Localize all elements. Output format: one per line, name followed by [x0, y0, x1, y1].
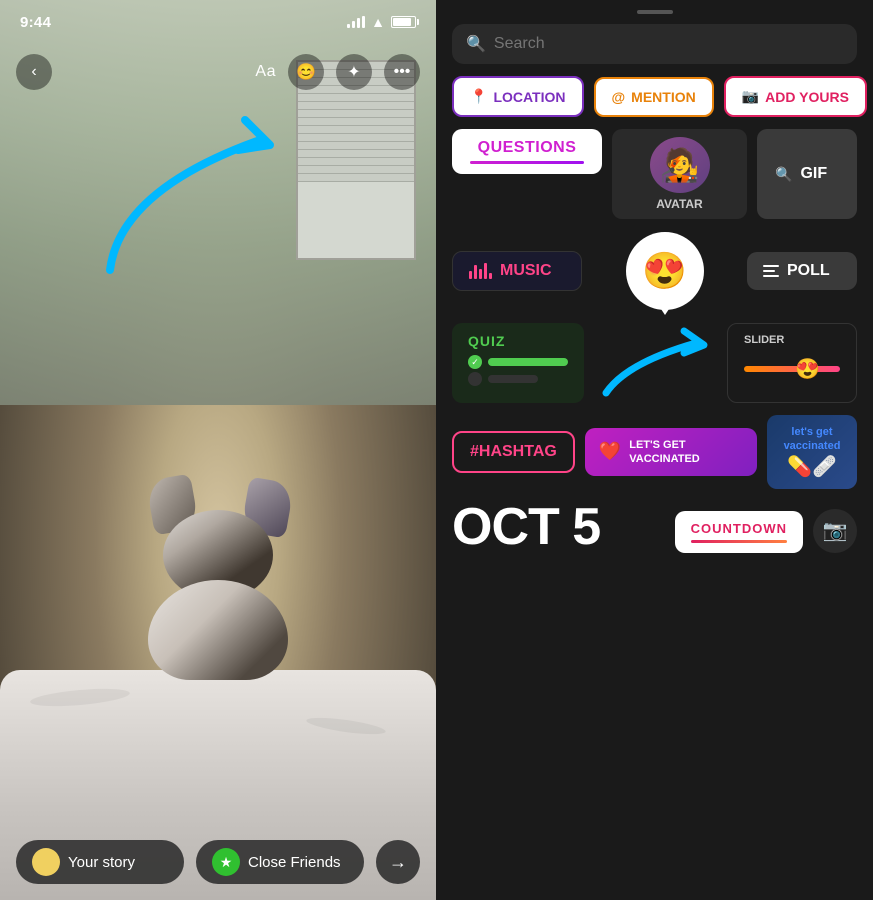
send-button[interactable]: →: [376, 840, 420, 884]
questions-underline: [470, 161, 584, 164]
search-bar: 🔍: [452, 24, 857, 64]
sticker-row-2: QUESTIONS 🧑‍🎤 AVATAR 🔍 GIF: [452, 129, 857, 219]
sparkle-button[interactable]: ✦: [336, 54, 372, 90]
hashtag-label: #HASHTAG: [470, 443, 557, 460]
camera-flip-button[interactable]: 📷: [813, 509, 857, 553]
add-yours-icon: 📷: [742, 88, 759, 105]
gif-sticker[interactable]: 🔍 GIF: [757, 129, 857, 219]
vacc-text: LET'S GETVACCINATED: [629, 438, 699, 467]
countdown-label: COUNTDOWN: [691, 521, 787, 536]
oct-date: OCT 5: [452, 501, 600, 553]
gif-search-icon: 🔍: [775, 166, 792, 183]
cyan-arrow-right: [596, 323, 716, 403]
music-label: MUSIC: [500, 262, 552, 280]
status-time: 9:44: [20, 14, 51, 31]
close-friends-avatar: ★: [212, 848, 240, 876]
search-input[interactable]: [494, 35, 843, 53]
drag-handle[interactable]: [637, 10, 673, 14]
countdown-underline: [691, 540, 787, 543]
music-sticker[interactable]: MUSIC: [452, 251, 582, 291]
emoji-slider-sticker[interactable]: SLIDER 😍: [727, 323, 857, 403]
vacc2-label: let's getvaccinated: [779, 425, 845, 454]
left-panel: 9:44 ▲ ‹ Aa 😊 ✦ •••: [0, 0, 436, 900]
sticker-row-3: MUSIC 😍 POLL: [452, 231, 857, 311]
vacc-heart-icon: ❤️: [599, 441, 621, 462]
location-icon: 📍: [470, 88, 487, 105]
vacc-sticker2[interactable]: let's getvaccinated 💊🩹: [767, 415, 857, 489]
avatar-sticker[interactable]: 🧑‍🎤 AVATAR: [612, 129, 747, 219]
poll-sticker[interactable]: POLL: [747, 252, 857, 290]
add-yours-sticker[interactable]: 📷 ADD YOURS: [724, 76, 867, 117]
avatar-label: AVATAR: [656, 197, 702, 211]
quiz-sticker[interactable]: QUIZ ✓: [452, 323, 584, 403]
close-friends-label: Close Friends: [248, 854, 341, 871]
story-preview: 9:44 ▲ ‹ Aa 😊 ✦ •••: [0, 0, 436, 900]
slider-label: SLIDER: [744, 334, 840, 346]
location-sticker[interactable]: 📍 LOCATION: [452, 76, 584, 117]
questions-label: QUESTIONS: [478, 139, 577, 156]
your-story-button[interactable]: Your story: [16, 840, 184, 884]
sticker-row-4: QUIZ ✓: [452, 323, 857, 403]
search-icon: 🔍: [466, 34, 486, 54]
wifi-icon: ▲: [371, 14, 385, 30]
sticker-grid: 📍 LOCATION @ MENTION 📷 ADD YOURS QUESTIO…: [436, 76, 873, 900]
emoji-reaction-sticker[interactable]: 😍: [629, 235, 701, 307]
mention-icon: @: [612, 89, 626, 105]
sticker-bottom-row: OCT 5 COUNTDOWN 📷: [452, 501, 857, 553]
status-bar: 9:44 ▲: [0, 0, 436, 44]
story-toolbar: ‹ Aa 😊 ✦ •••: [0, 44, 436, 100]
your-story-label: Your story: [68, 854, 135, 871]
story-options: Your story ★ Close Friends →: [16, 840, 420, 884]
sticker-row-5: #HASHTAG ❤️ LET'S GETVACCINATED let's ge…: [452, 415, 857, 489]
more-button[interactable]: •••: [384, 54, 420, 90]
close-friends-button[interactable]: ★ Close Friends: [196, 840, 364, 884]
slider-track: 😍: [744, 366, 840, 372]
music-bars-icon: [469, 263, 492, 279]
avatar-face: 🧑‍🎤: [650, 137, 710, 193]
bubble-tail: [657, 303, 673, 315]
dog-figure: [128, 480, 308, 680]
quiz-options: ✓: [468, 355, 568, 386]
vaccinated-sticker[interactable]: ❤️ LET'S GETVACCINATED: [585, 428, 757, 477]
poll-icon: [763, 265, 779, 277]
questions-sticker[interactable]: QUESTIONS: [452, 129, 602, 174]
sticker-row-1: 📍 LOCATION @ MENTION 📷 ADD YOURS: [452, 76, 857, 117]
status-icons: ▲: [347, 14, 416, 30]
signal-icon: [347, 16, 365, 28]
countdown-sticker[interactable]: COUNTDOWN: [675, 511, 803, 553]
text-tool-label[interactable]: Aa: [255, 63, 276, 81]
hashtag-sticker[interactable]: #HASHTAG: [452, 431, 575, 473]
slider-emoji: 😍: [795, 357, 820, 382]
sticker-button[interactable]: 😊: [288, 54, 324, 90]
mention-label: MENTION: [631, 89, 696, 105]
quiz-label: QUIZ: [468, 333, 568, 349]
story-bottom: Your story ★ Close Friends →: [0, 824, 436, 900]
camera-flip-icon: 📷: [823, 518, 848, 543]
location-label: LOCATION: [493, 89, 565, 105]
battery-icon: [391, 16, 416, 28]
vacc2-emoji: 💊🩹: [779, 454, 845, 479]
mention-sticker[interactable]: @ MENTION: [594, 77, 714, 117]
your-story-avatar: [32, 848, 60, 876]
add-yours-label: ADD YOURS: [765, 89, 849, 105]
right-panel: 🔍 📍 LOCATION @ MENTION 📷 ADD YOURS QUES: [436, 0, 873, 900]
gif-label: GIF: [800, 165, 827, 183]
back-button[interactable]: ‹: [16, 54, 52, 90]
poll-label: POLL: [787, 262, 830, 280]
